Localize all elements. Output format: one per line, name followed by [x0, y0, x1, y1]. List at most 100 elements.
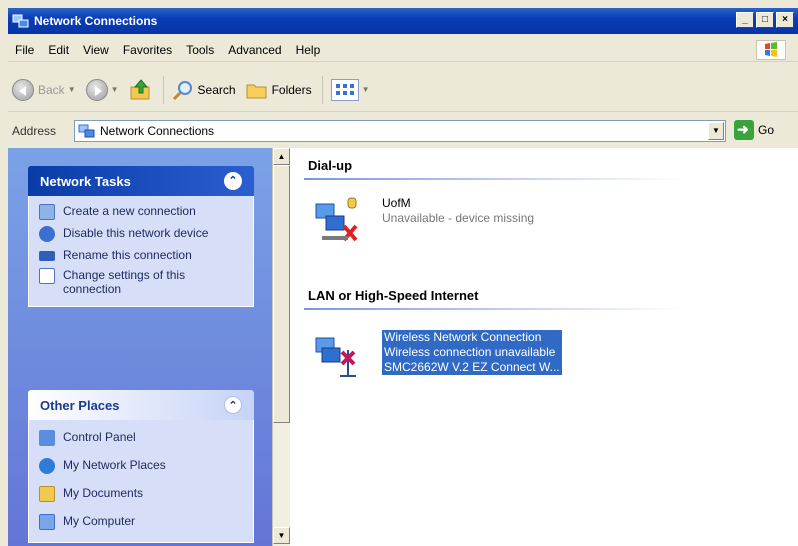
network-tasks-title: Network Tasks: [40, 173, 131, 189]
chevron-down-icon[interactable]: ▼: [68, 85, 76, 94]
go-button[interactable]: Go: [734, 120, 774, 140]
disable-device-icon: [39, 226, 55, 242]
go-label: Go: [758, 123, 775, 137]
connection-status: Unavailable - device missing: [382, 211, 535, 225]
place-my-network-places[interactable]: My Network Places: [39, 458, 245, 474]
connection-text: Wireless Network Connection Wireless con…: [382, 330, 562, 375]
new-connection-icon: [39, 204, 55, 220]
search-button[interactable]: Search: [168, 74, 240, 106]
back-button[interactable]: Back ▼: [8, 74, 80, 106]
menu-edit[interactable]: Edit: [41, 43, 76, 57]
network-places-icon: [39, 458, 55, 474]
wireless-connection-icon: [312, 330, 364, 382]
back-label: Back: [38, 82, 65, 97]
network-tasks-panel: Network Tasks ⌃ Create a new connection …: [28, 166, 254, 307]
menu-file[interactable]: File: [8, 43, 41, 57]
dialup-connection-icon: [312, 196, 364, 248]
other-places-body: Control Panel My Network Places My Docum…: [28, 420, 254, 543]
folders-icon: [246, 81, 268, 99]
connection-text: UofM Unavailable - device missing: [382, 196, 534, 226]
task-disable-network-device[interactable]: Disable this network device: [39, 226, 245, 242]
place-label: Control Panel: [63, 430, 136, 444]
network-tasks-body: Create a new connection Disable this net…: [28, 196, 254, 307]
minimize-button[interactable]: _: [736, 12, 754, 28]
scroll-up-icon[interactable]: ▲: [273, 148, 290, 165]
chevron-down-icon[interactable]: ▼: [111, 85, 119, 94]
menu-help[interactable]: Help: [289, 43, 328, 57]
scroll-thumb[interactable]: [273, 165, 290, 423]
control-panel-icon: [39, 430, 55, 446]
other-places-header[interactable]: Other Places ⌃: [28, 390, 254, 420]
network-connections-icon: [78, 124, 95, 138]
settings-icon: [39, 268, 55, 284]
address-input[interactable]: Network Connections ▼: [74, 120, 726, 142]
connection-device: SMC2662W V.2 EZ Connect W...: [384, 360, 560, 374]
search-label: Search: [197, 82, 236, 97]
maximize-button[interactable]: □: [756, 12, 774, 28]
address-label: Address: [12, 124, 57, 138]
place-control-panel[interactable]: Control Panel: [39, 430, 245, 446]
connection-name: UofM: [382, 196, 411, 210]
menu-view[interactable]: View: [76, 43, 116, 57]
rename-icon: [39, 251, 55, 261]
collapse-icon[interactable]: ⌃: [224, 396, 242, 414]
other-places-panel: Other Places ⌃ Control Panel My Network …: [28, 390, 254, 543]
task-rename-connection[interactable]: Rename this connection: [39, 248, 245, 262]
place-label: My Network Places: [63, 458, 166, 472]
group-title-dialup: Dial-up: [308, 158, 353, 173]
task-pane: Network Tasks ⌃ Create a new connection …: [8, 148, 272, 546]
folder-up-icon: [129, 78, 153, 101]
up-folder-button[interactable]: [125, 74, 157, 106]
task-pane-scrollbar[interactable]: ▲ ▼: [272, 148, 290, 546]
place-my-documents[interactable]: My Documents: [39, 486, 245, 502]
search-icon: [172, 79, 194, 101]
menu-favorites[interactable]: Favorites: [116, 43, 179, 57]
menu-advanced[interactable]: Advanced: [221, 43, 288, 57]
scroll-down-icon[interactable]: ▼: [273, 527, 290, 544]
task-change-settings[interactable]: Change settings of this connection: [39, 268, 245, 296]
menu-tools[interactable]: Tools: [179, 43, 221, 57]
window-title: Network Connections: [34, 14, 158, 28]
toolbar-separator: [162, 75, 164, 104]
connection-wireless[interactable]: Wireless Network Connection Wireless con…: [312, 330, 562, 382]
chevron-down-icon[interactable]: ▼: [362, 85, 370, 94]
title-bar[interactable]: Network Connections _ □ ×: [8, 8, 798, 34]
group-divider: [304, 178, 684, 180]
views-button[interactable]: ▼: [327, 74, 374, 106]
toolbar-separator: [321, 75, 323, 104]
connection-status: Wireless connection unavailable: [384, 345, 556, 359]
go-arrow-icon: [734, 120, 754, 140]
connections-list: Dial-up UofM Unavailable - device missin…: [290, 148, 798, 546]
place-label: My Documents: [63, 486, 144, 500]
views-icon: [330, 78, 359, 101]
collapse-icon[interactable]: ⌃: [224, 172, 242, 190]
task-label: Create a new connection: [63, 204, 196, 218]
group-divider: [304, 308, 684, 310]
back-arrow-icon: [12, 78, 34, 101]
address-value: Network Connections: [100, 124, 215, 138]
task-label: Rename this connection: [63, 248, 192, 262]
task-label: Change settings of this connection: [63, 268, 186, 296]
menu-bar: File Edit View Favorites Tools Advanced …: [8, 38, 798, 62]
documents-icon: [39, 486, 55, 502]
chevron-down-icon[interactable]: ▼: [708, 122, 724, 140]
computer-icon: [39, 514, 55, 530]
windows-logo-icon: [756, 40, 786, 60]
explorer-window: Network Connections _ □ × File Edit View…: [0, 0, 798, 546]
task-create-new-connection[interactable]: Create a new connection: [39, 204, 245, 220]
folders-label: Folders: [271, 82, 312, 97]
task-label: Disable this network device: [63, 226, 209, 240]
close-button[interactable]: ×: [776, 12, 794, 28]
other-places-title: Other Places: [40, 397, 120, 413]
toolbar: Back ▼ ▼ Search Folders ▼: [8, 68, 798, 112]
connection-name: Wireless Network Connection: [384, 330, 542, 344]
network-connections-icon: [12, 12, 30, 30]
connection-uofm[interactable]: UofM Unavailable - device missing: [312, 196, 534, 248]
folders-button[interactable]: Folders: [242, 74, 316, 106]
caption-buttons: _ □ ×: [736, 12, 794, 28]
network-tasks-header[interactable]: Network Tasks ⌃: [28, 166, 254, 196]
forward-arrow-icon: [85, 78, 108, 101]
place-my-computer[interactable]: My Computer: [39, 514, 245, 530]
group-title-lan: LAN or High-Speed Internet: [308, 288, 479, 303]
forward-button[interactable]: ▼: [82, 74, 123, 106]
